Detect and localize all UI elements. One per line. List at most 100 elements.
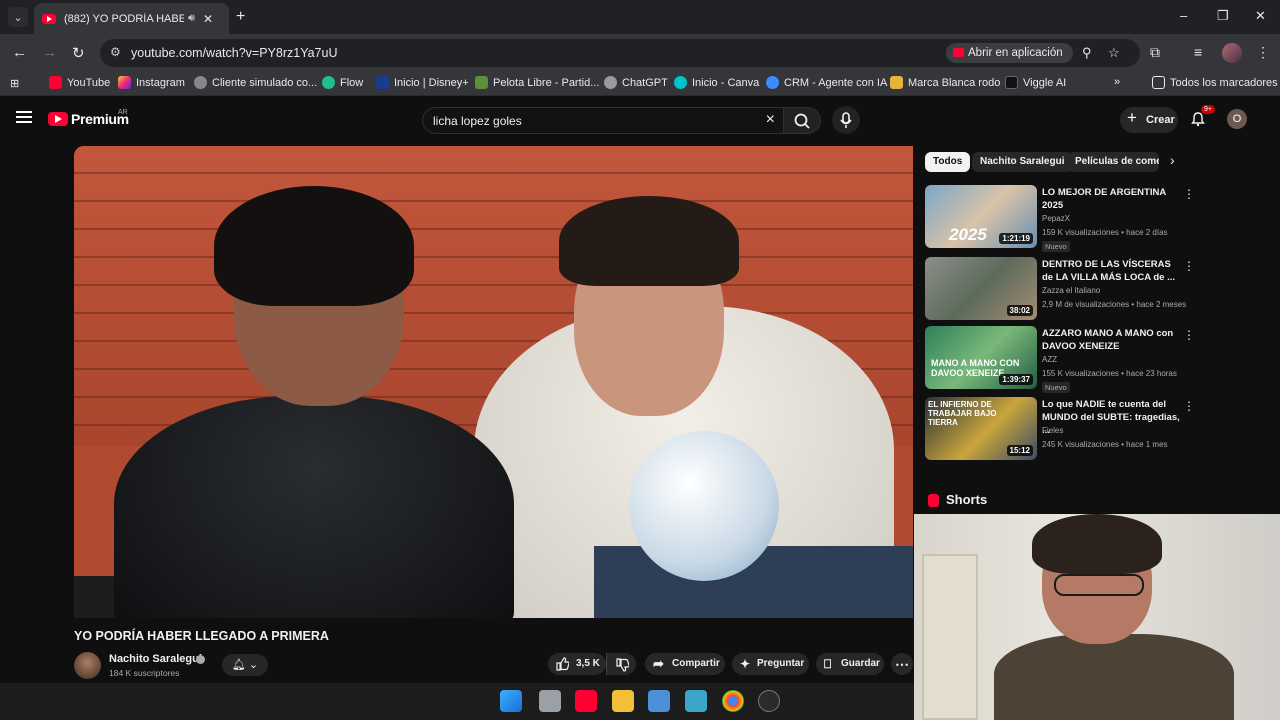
save-button[interactable]: ⎕ Guardar — [816, 653, 884, 675]
duration-badge: 1:21:19 — [999, 233, 1033, 244]
rec-menu-icon[interactable]: ⋮ — [1183, 187, 1195, 201]
search-icon — [794, 113, 810, 129]
extensions-icon[interactable]: ⧉ — [1150, 44, 1160, 61]
url-text: youtube.com/watch?v=PY8rz1Ya7uU — [131, 46, 338, 60]
hamburger-menu-icon[interactable] — [16, 111, 32, 123]
recommendation-item[interactable]: 2025 1:21:19 LO MEJOR DE ARGENTINA 2025 … — [925, 185, 1195, 252]
rec-channel: Zazza el Italiano — [1042, 286, 1101, 295]
channel-avatar[interactable] — [74, 652, 101, 679]
windows-start-icon[interactable] — [500, 690, 522, 712]
youtube-icon — [49, 76, 62, 89]
address-bar[interactable]: ⚙︎ youtube.com/watch?v=PY8rz1Ya7uU Abrir… — [100, 39, 1140, 67]
new-tab-icon[interactable]: + — [236, 8, 245, 26]
video-person-left — [114, 396, 514, 618]
chip-todos[interactable]: Todos — [925, 152, 971, 172]
folder-icon — [1152, 76, 1165, 89]
thumbnail[interactable]: 2025 1:21:19 — [925, 185, 1037, 248]
bookmark-viggle[interactable]: Viggle AI — [1005, 76, 1066, 89]
share-button[interactable]: ➦ Compartir — [645, 653, 725, 675]
menu-kebab-icon[interactable]: ⋮ — [1256, 44, 1270, 61]
openai-icon — [194, 76, 207, 89]
bookmark-youtube[interactable]: YouTube — [49, 76, 110, 89]
calculator-icon[interactable] — [648, 690, 670, 712]
like-button[interactable]: 3,5 K — [548, 653, 606, 675]
dislike-button[interactable] — [606, 653, 636, 675]
apps-grid-icon[interactable]: ⊞ — [10, 77, 19, 90]
tab-search-icon[interactable]: ⌄ — [8, 7, 28, 27]
video-title: YO PODRÍA HABER LLEGADO A PRIMERA — [74, 629, 329, 643]
bookmark-marca-blanca[interactable]: Marca Blanca rodo — [890, 76, 1000, 89]
channel-name[interactable]: Nachito Saralegui — [109, 653, 202, 665]
shorts-icon — [928, 494, 939, 507]
webcam-door — [922, 554, 978, 720]
rec-menu-icon[interactable]: ⋮ — [1183, 328, 1195, 342]
video-person-left-hair — [214, 186, 414, 306]
ask-label: Preguntar — [757, 658, 805, 669]
bookmark-cliente-simulado[interactable]: Cliente simulado co... — [194, 76, 317, 89]
recommendation-item[interactable]: MANO A MANO CON DAVOO XENEIZE 1:39:37 AZ… — [925, 326, 1195, 393]
recommendation-item[interactable]: EL INFIERNO DE TRABAJAR BAJO TIERRA 15:1… — [925, 397, 1195, 461]
thumbnail[interactable]: MANO A MANO CON DAVOO XENEIZE 1:39:37 — [925, 326, 1037, 389]
maximize-icon[interactable]: ❐ — [1217, 8, 1229, 24]
bookmark-pelota-libre[interactable]: Pelota Libre - Partid... — [475, 76, 599, 89]
search-button[interactable] — [783, 107, 821, 134]
close-window-icon[interactable]: ✕ — [1255, 8, 1266, 24]
rec-menu-icon[interactable]: ⋮ — [1183, 399, 1195, 413]
chevron-down-icon: ⌄ — [248, 659, 259, 671]
obs-icon[interactable] — [758, 690, 780, 712]
media-control-icon[interactable]: ≡ — [1194, 44, 1202, 60]
reload-icon[interactable]: ↻ — [72, 44, 85, 62]
close-tab-icon[interactable]: ✕ — [203, 12, 213, 26]
save-label: Guardar — [841, 658, 880, 669]
audio-playing-icon[interactable]: 🔊︎ — [188, 12, 195, 25]
youtube-app-icon[interactable] — [575, 690, 597, 712]
bookmark-crm[interactable]: CRM - Agente con IA — [766, 76, 887, 89]
zoom-search-icon[interactable]: ⚲ — [1082, 45, 1092, 61]
chips-next-icon[interactable]: › — [1170, 152, 1175, 168]
notepad-icon[interactable] — [685, 690, 707, 712]
search-input[interactable]: licha lopez goles × — [422, 107, 784, 134]
back-icon[interactable]: ← — [12, 44, 27, 61]
chip-peliculas[interactable]: Películas de comedi — [1067, 152, 1159, 172]
open-in-app-button[interactable]: Abrir en aplicación — [946, 43, 1073, 63]
forward-icon[interactable]: → — [42, 44, 57, 61]
voice-search-button[interactable] — [832, 106, 860, 134]
bookmark-instagram[interactable]: Instagram — [118, 76, 185, 89]
subscription-bell-button[interactable]: 🔔︎ ⌄ — [222, 654, 268, 676]
minimize-icon[interactable]: – — [1180, 8, 1187, 23]
rec-menu-icon[interactable]: ⋮ — [1183, 259, 1195, 273]
active-tab[interactable]: (882) YO PODRÍA HABER LL 🔊︎ ✕ — [34, 3, 229, 34]
thumbnail[interactable]: EL INFIERNO DE TRABAJAR BAJO TIERRA 15:1… — [925, 397, 1037, 460]
bookmark-disney[interactable]: Inicio | Disney+ — [376, 76, 469, 89]
bell-icon: 🔔︎ — [231, 659, 246, 671]
bookmark-canva[interactable]: Inicio - Canva — [674, 76, 759, 89]
profile-avatar[interactable] — [1222, 43, 1242, 63]
bookmark-chatgpt[interactable]: ChatGPT — [604, 76, 668, 89]
video-person-right-hair — [559, 196, 739, 286]
verified-icon — [196, 655, 205, 664]
webcam-overlay — [914, 514, 1280, 720]
chip-nachito[interactable]: Nachito Saralegui — [972, 152, 1073, 172]
video-football — [629, 431, 779, 581]
all-bookmarks[interactable]: Todos los marcadores — [1152, 76, 1278, 89]
thumbnail[interactable]: 38:02 — [925, 257, 1037, 320]
task-view-icon[interactable] — [539, 690, 561, 712]
more-bookmarks-icon[interactable]: » — [1114, 76, 1120, 88]
clear-search-icon[interactable]: × — [766, 111, 775, 129]
bookmark-star-icon[interactable]: ☆ — [1108, 45, 1120, 61]
account-avatar[interactable]: O — [1227, 109, 1247, 129]
bookmark-flow[interactable]: Flow — [322, 76, 363, 89]
rec-meta: 245 K visualizaciones • hace 1 mes — [1042, 440, 1168, 449]
recommendation-item[interactable]: 38:02 DENTRO DE LAS VÍSCERAS de LA VILLA… — [925, 257, 1195, 321]
file-explorer-icon[interactable] — [612, 690, 634, 712]
video-player[interactable] — [74, 146, 913, 618]
chrome-icon[interactable] — [722, 690, 744, 712]
rec-meta: 159 K visualizaciones • hace 2 días — [1042, 228, 1168, 237]
browser-toolbar: ← → ↻ ⚙︎ youtube.com/watch?v=PY8rz1Ya7uU… — [0, 34, 1280, 72]
youtube-logo-icon[interactable] — [48, 112, 68, 126]
ask-button[interactable]: ✦ Preguntar — [732, 653, 809, 675]
more-actions-icon[interactable]: ⋯ — [891, 653, 913, 675]
site-info-icon[interactable]: ⚙︎ — [110, 45, 121, 59]
thumbs-up-icon — [556, 657, 569, 671]
subscriber-count: 184 K suscriptores — [109, 668, 180, 678]
